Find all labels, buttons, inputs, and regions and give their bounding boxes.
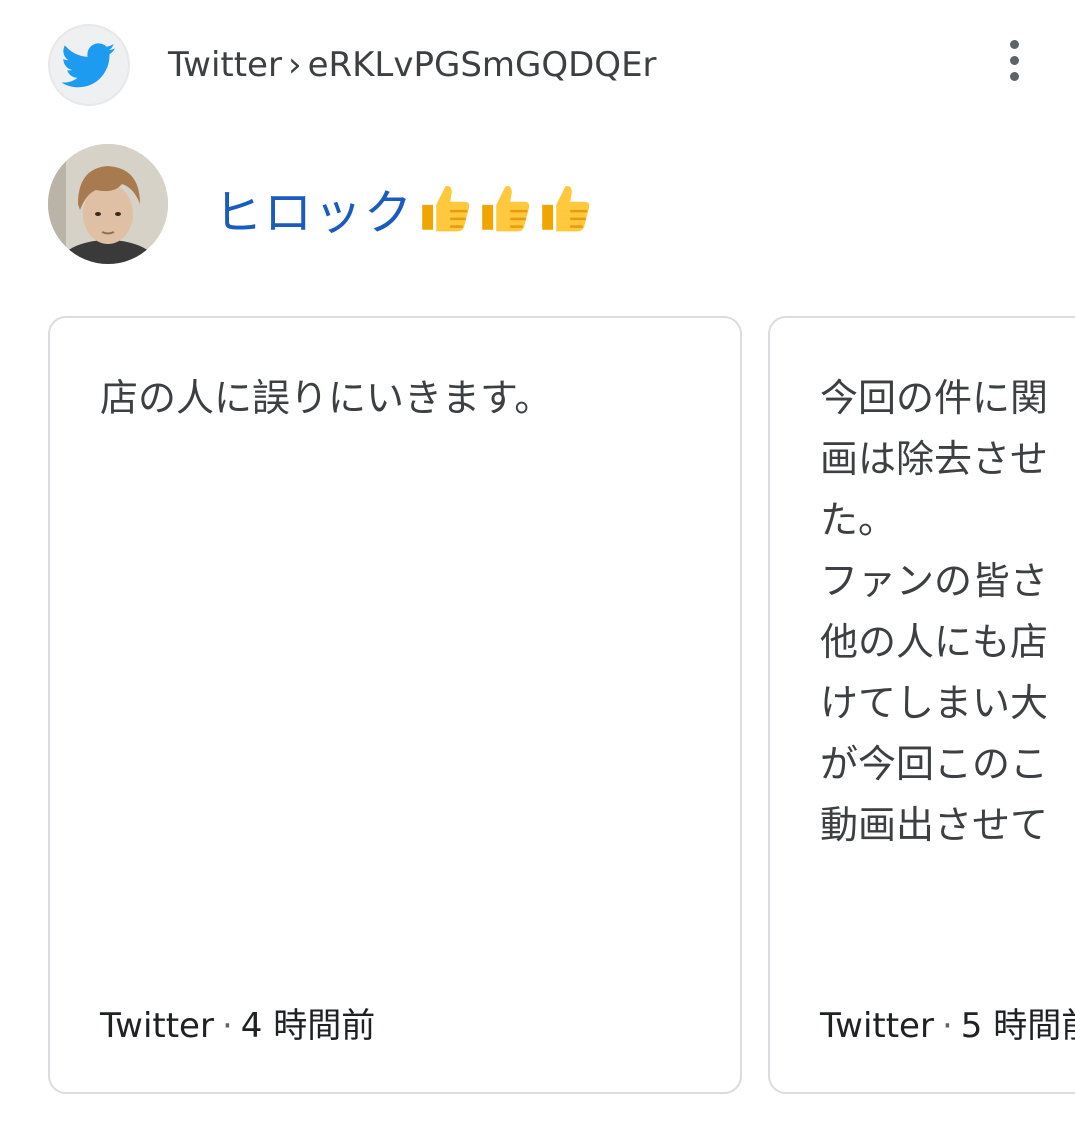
- thumbs-up-emoji-group: [416, 180, 592, 236]
- profile-name-link[interactable]: ヒロック: [214, 172, 592, 244]
- search-result-panel: Twitter › eRKLvPGSmGQDQEr ヒロック 店の人に誤りにいき…: [0, 0, 1075, 1132]
- twitter-bird-icon[interactable]: [48, 24, 130, 106]
- breadcrumb-separator: ›: [287, 45, 302, 85]
- tweet-source: Twitter: [100, 1006, 214, 1046]
- tweet-text: 今回の件に関 画は除去させ た。 ファンの皆さ 他の人にも店 けてしまい大 が今…: [820, 376, 1049, 847]
- footer-separator: ·: [221, 1006, 233, 1046]
- tweet-card[interactable]: 店の人に誤りにいきます。 Twitter · 4 時間前: [48, 316, 742, 1094]
- tweet-text: 店の人に誤りにいきます。: [100, 376, 553, 420]
- more-dot: [1009, 55, 1019, 65]
- breadcrumb[interactable]: Twitter › eRKLvPGSmGQDQEr: [168, 42, 657, 88]
- thumbs-up-icon: [542, 185, 590, 232]
- more-vert-icon[interactable]: [990, 36, 1038, 84]
- avatar[interactable]: [48, 144, 168, 264]
- tweet-footer: Twitter·5 時間前: [820, 998, 1075, 1047]
- footer-separator: ·: [941, 1006, 953, 1046]
- profile-name[interactable]: ヒロック: [214, 173, 414, 243]
- tweet-source: Twitter: [820, 1006, 934, 1046]
- tweet-footer: Twitter · 4 時間前: [100, 998, 375, 1047]
- tweet-card[interactable]: 今回の件に関 画は除去させ た。 ファンの皆さ 他の人にも店 けてしまい大 が今…: [768, 316, 1075, 1094]
- breadcrumb-account-id[interactable]: eRKLvPGSmGQDQEr: [308, 45, 657, 85]
- tweet-time: 4 時間前: [240, 1006, 376, 1046]
- tweet-time: 5 時間前: [960, 1006, 1075, 1046]
- more-dot: [1009, 71, 1019, 81]
- breadcrumb-source[interactable]: Twitter: [168, 45, 282, 85]
- more-dot: [1009, 39, 1019, 49]
- thumbs-up-icon: [422, 185, 470, 232]
- thumbs-up-icon: [482, 185, 530, 232]
